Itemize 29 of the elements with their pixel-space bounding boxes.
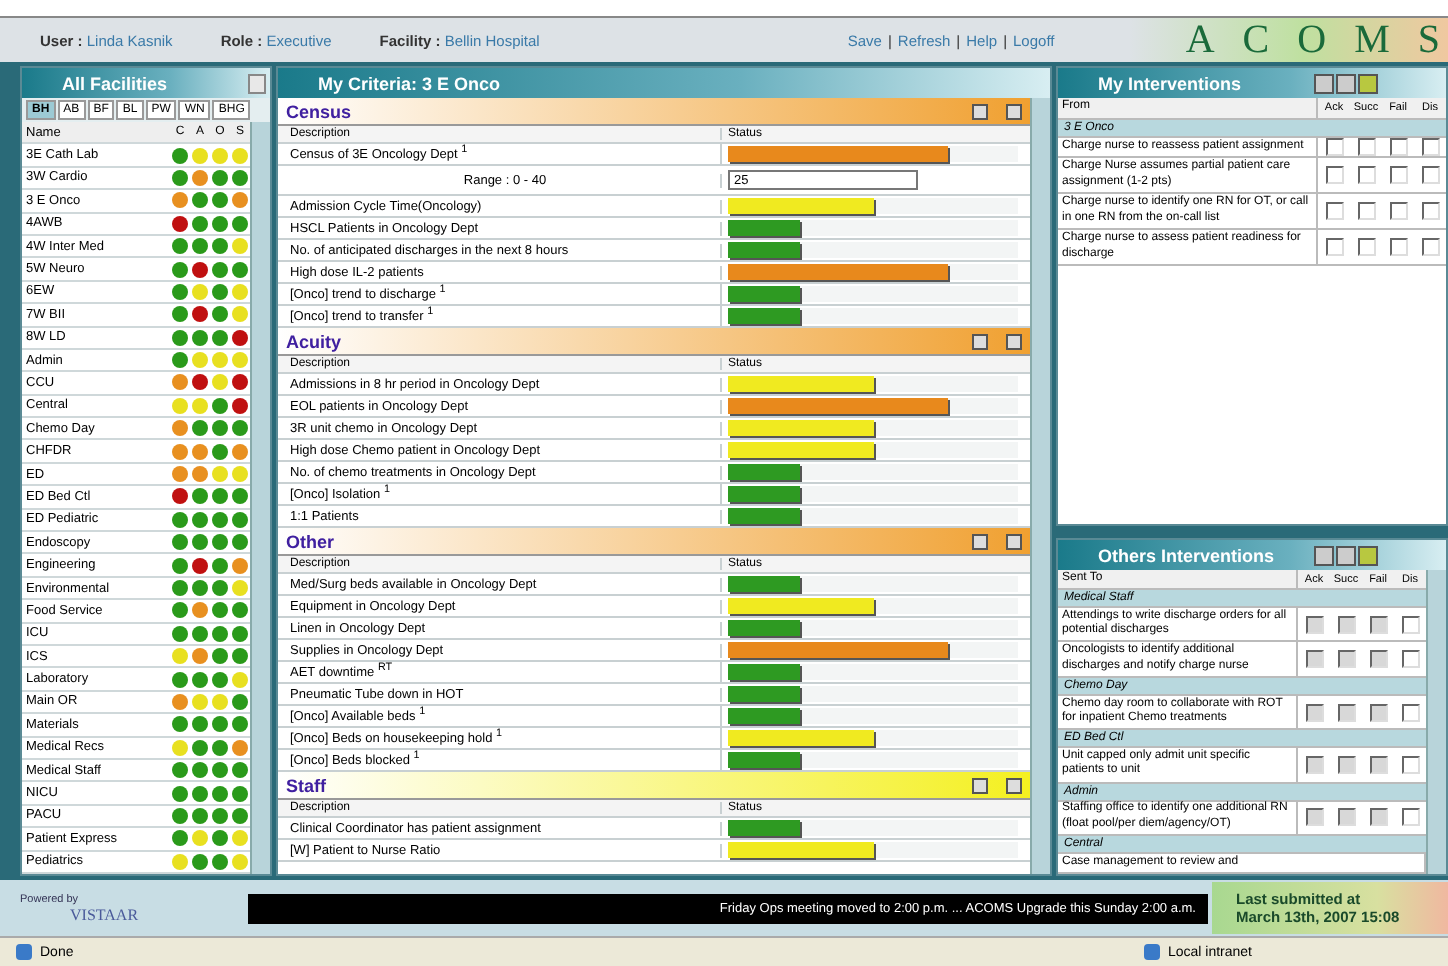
section-title: Other bbox=[286, 531, 335, 551]
checkbox[interactable] bbox=[1421, 202, 1439, 220]
section-title: Acuity bbox=[286, 331, 342, 351]
checkbox[interactable] bbox=[1357, 238, 1375, 256]
checkbox[interactable] bbox=[1325, 166, 1343, 184]
checkbox[interactable] bbox=[1401, 808, 1419, 827]
app-logo: A C O M S bbox=[1185, 17, 1442, 63]
checkbox[interactable] bbox=[1325, 238, 1343, 256]
section-title: Census bbox=[286, 101, 352, 121]
checkbox[interactable] bbox=[1401, 650, 1419, 669]
checkbox[interactable] bbox=[1389, 166, 1407, 184]
checkbox[interactable] bbox=[1357, 166, 1375, 184]
checkbox[interactable] bbox=[1325, 202, 1343, 220]
panel-title: All Facilities bbox=[62, 73, 168, 93]
scrollbar[interactable] bbox=[250, 122, 270, 874]
checkbox[interactable] bbox=[1357, 202, 1375, 220]
scrollbar[interactable] bbox=[1030, 98, 1050, 874]
scrollbar[interactable] bbox=[1426, 570, 1446, 874]
checkbox[interactable] bbox=[1401, 755, 1419, 774]
checkbox[interactable] bbox=[1401, 615, 1419, 634]
checkbox[interactable] bbox=[1389, 238, 1407, 256]
checkbox[interactable] bbox=[1401, 703, 1419, 721]
checkbox[interactable] bbox=[1389, 202, 1407, 220]
panel-title: My Interventions bbox=[1098, 73, 1242, 93]
checkbox[interactable] bbox=[1421, 238, 1439, 256]
section-title: Staff bbox=[286, 775, 326, 795]
checkbox[interactable] bbox=[1421, 166, 1439, 184]
panel-title: My Criteria: 3 E Onco bbox=[318, 73, 501, 93]
panel-title: Others Interventions bbox=[1098, 545, 1275, 565]
